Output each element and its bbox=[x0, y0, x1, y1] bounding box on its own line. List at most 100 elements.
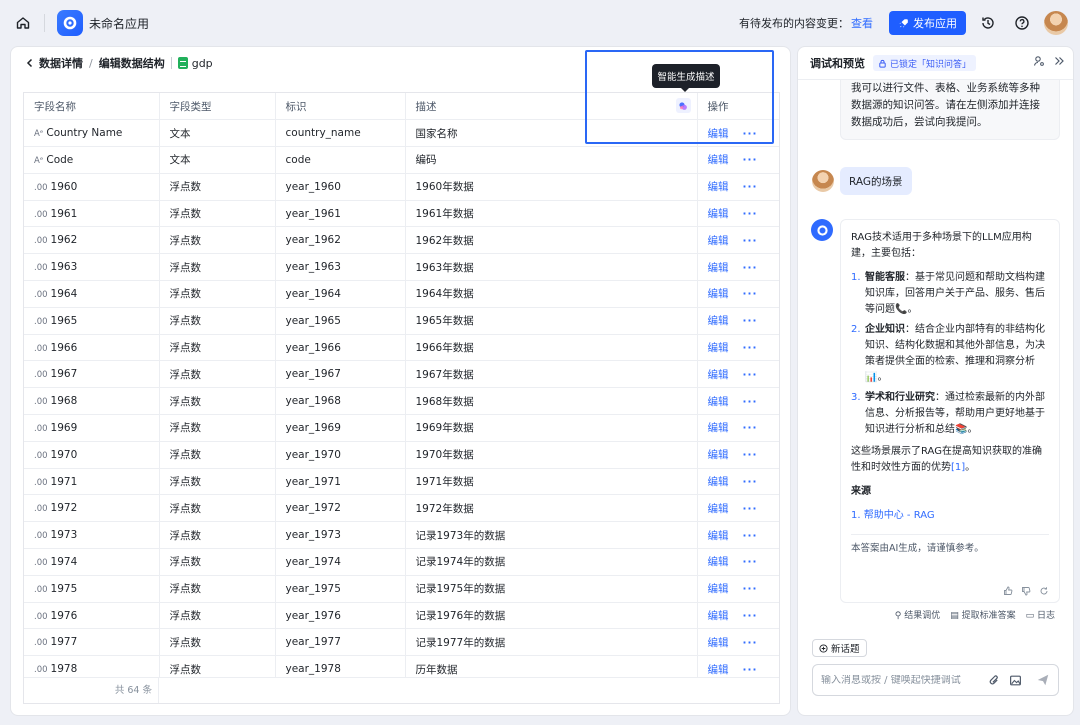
field-description-cell: 记录1977年的数据 bbox=[404, 628, 697, 657]
new-topic-button[interactable]: 新话题 bbox=[812, 639, 867, 657]
attachment-icon[interactable] bbox=[988, 674, 1001, 687]
field-type-icon: .00 bbox=[34, 584, 48, 595]
more-options-icon[interactable]: ··· bbox=[743, 476, 758, 488]
new-topic-label: 新话题 bbox=[831, 644, 860, 655]
more-options-icon[interactable]: ··· bbox=[743, 503, 758, 515]
edit-field-button[interactable]: 编辑 bbox=[708, 664, 729, 676]
thumbs-down-icon[interactable] bbox=[1021, 586, 1031, 596]
publish-label: 发布应用 bbox=[913, 17, 957, 30]
edit-field-button[interactable]: 编辑 bbox=[708, 262, 729, 274]
more-options-icon[interactable]: ··· bbox=[743, 583, 758, 595]
field-actions-cell: 编辑 ··· bbox=[696, 628, 779, 657]
more-options-icon[interactable]: ··· bbox=[743, 396, 758, 408]
field-name: 1967 bbox=[50, 368, 78, 381]
edit-field-button[interactable]: 编辑 bbox=[708, 530, 729, 542]
more-options-icon[interactable]: ··· bbox=[743, 610, 758, 622]
edit-field-button[interactable]: 编辑 bbox=[708, 476, 729, 488]
message-input-box[interactable] bbox=[812, 664, 1059, 696]
edit-field-button[interactable]: 编辑 bbox=[708, 583, 729, 595]
field-description-cell: 1962年数据 bbox=[404, 226, 697, 255]
more-options-icon[interactable]: ··· bbox=[743, 637, 758, 649]
more-options-icon[interactable]: ··· bbox=[743, 530, 758, 542]
edit-field-button[interactable]: 编辑 bbox=[708, 128, 729, 140]
field-identifier-cell: year_1970 bbox=[274, 441, 405, 469]
edit-field-button[interactable]: 编辑 bbox=[708, 154, 729, 166]
app-name[interactable]: 未命名应用 bbox=[89, 15, 149, 32]
more-options-icon[interactable]: ··· bbox=[743, 235, 758, 247]
data-structure-panel: 数据详情 / 编辑数据结构 gdp 字段名称 字段类型 标识 描述 操作 Aᵉ … bbox=[10, 46, 791, 716]
more-options-icon[interactable]: ··· bbox=[743, 181, 758, 193]
tune-result-button[interactable]: ⚲ 结果调优 bbox=[895, 608, 940, 621]
lock-icon bbox=[879, 59, 886, 68]
edit-field-button[interactable]: 编辑 bbox=[708, 503, 729, 515]
field-type-cell: 浮点数 bbox=[158, 307, 275, 335]
log-button[interactable]: ▭ 日志 bbox=[1026, 608, 1055, 621]
history-icon[interactable] bbox=[976, 11, 1000, 35]
field-type-icon: .00 bbox=[34, 611, 48, 622]
more-options-icon[interactable]: ··· bbox=[743, 315, 758, 327]
more-options-icon[interactable]: ··· bbox=[743, 422, 758, 434]
table-row: .00 1973 浮点数 year_1973 记录1973年的数据 编辑 ··· bbox=[24, 521, 779, 550]
more-options-icon[interactable]: ··· bbox=[743, 664, 758, 676]
answer-list: 1. 智能客服：基于常见问题和帮助文档构建知识库，回答用户关于产品、服务、售后等问… bbox=[851, 270, 1049, 438]
edit-field-button[interactable]: 编辑 bbox=[708, 181, 729, 193]
field-name-cell: .00 1960 bbox=[24, 173, 159, 201]
field-type-icon: .00 bbox=[34, 557, 48, 568]
user-settings-icon[interactable] bbox=[1033, 55, 1045, 67]
more-options-icon[interactable]: ··· bbox=[743, 262, 758, 274]
edit-field-button[interactable]: 编辑 bbox=[708, 342, 729, 354]
view-changes-link[interactable]: 查看 bbox=[851, 15, 873, 31]
message-input[interactable] bbox=[821, 674, 988, 686]
field-name: 1964 bbox=[50, 287, 78, 300]
home-icon[interactable] bbox=[12, 12, 34, 34]
field-type-icon: .00 bbox=[34, 450, 48, 461]
field-name-cell: .00 1977 bbox=[24, 628, 159, 657]
more-options-icon[interactable]: ··· bbox=[743, 342, 758, 354]
field-name: 1968 bbox=[50, 395, 78, 408]
more-options-icon[interactable]: ··· bbox=[743, 154, 758, 166]
extract-answer-button[interactable]: ▤ 提取标准答案 bbox=[950, 608, 1015, 621]
field-identifier-cell: year_1965 bbox=[274, 307, 405, 335]
user-avatar[interactable] bbox=[1044, 11, 1068, 35]
regenerate-icon[interactable] bbox=[1039, 586, 1049, 596]
field-identifier-cell: year_1975 bbox=[274, 575, 405, 603]
edit-field-button[interactable]: 编辑 bbox=[708, 235, 729, 247]
edit-field-button[interactable]: 编辑 bbox=[708, 396, 729, 408]
citation-link[interactable]: [1] bbox=[951, 462, 965, 473]
edit-field-button[interactable]: 编辑 bbox=[708, 610, 729, 622]
source-link[interactable]: 帮助中心 - RAG bbox=[864, 510, 935, 521]
edit-field-button[interactable]: 编辑 bbox=[708, 288, 729, 300]
more-options-icon[interactable]: ··· bbox=[743, 288, 758, 300]
field-description-cell: 1972年数据 bbox=[404, 494, 697, 523]
field-type-cell: 浮点数 bbox=[158, 387, 275, 416]
edit-field-button[interactable]: 编辑 bbox=[708, 556, 729, 568]
edit-field-button[interactable]: 编辑 bbox=[708, 315, 729, 327]
more-options-icon[interactable]: ··· bbox=[743, 449, 758, 461]
field-type-icon: .00 bbox=[34, 289, 48, 300]
more-options-icon[interactable]: ··· bbox=[743, 208, 758, 220]
publish-app-button[interactable]: 发布应用 bbox=[889, 11, 966, 35]
field-description-cell: 1964年数据 bbox=[404, 280, 697, 308]
more-options-icon[interactable]: ··· bbox=[743, 128, 758, 140]
more-options-icon[interactable]: ··· bbox=[743, 369, 758, 381]
edit-field-button[interactable]: 编辑 bbox=[708, 637, 729, 649]
breadcrumb: 数据详情 / 编辑数据结构 gdp bbox=[25, 55, 213, 71]
collapse-panel-icon[interactable] bbox=[1053, 55, 1065, 67]
table-row: .00 1967 浮点数 year_1967 1967年数据 编辑 ··· bbox=[24, 360, 779, 389]
back-chevron-icon[interactable] bbox=[25, 58, 35, 68]
more-options-icon[interactable]: ··· bbox=[743, 556, 758, 568]
header-actions: 操作 bbox=[696, 93, 779, 121]
edit-field-button[interactable]: 编辑 bbox=[708, 369, 729, 381]
image-icon[interactable] bbox=[1009, 674, 1022, 687]
field-actions-cell: 编辑 ··· bbox=[696, 280, 779, 308]
thumbs-up-icon[interactable] bbox=[1003, 586, 1013, 596]
edit-field-button[interactable]: 编辑 bbox=[708, 422, 729, 434]
edit-field-button[interactable]: 编辑 bbox=[708, 208, 729, 220]
send-icon[interactable] bbox=[1036, 673, 1050, 687]
ai-generate-description-icon[interactable] bbox=[675, 98, 691, 113]
field-type-icon: .00 bbox=[34, 263, 48, 274]
breadcrumb-data-detail[interactable]: 数据详情 bbox=[39, 55, 83, 71]
edit-field-button[interactable]: 编辑 bbox=[708, 449, 729, 461]
field-type-icon: Aᵉ bbox=[34, 155, 44, 166]
help-icon[interactable] bbox=[1010, 11, 1034, 35]
